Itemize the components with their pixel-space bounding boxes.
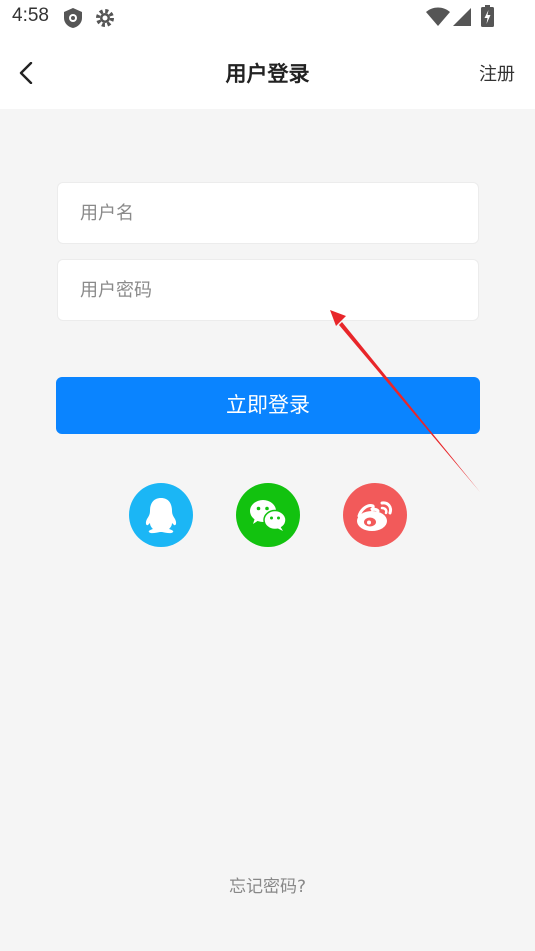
register-link[interactable]: 注册 [479,60,515,86]
username-input[interactable] [58,183,478,243]
qq-login-button[interactable] [129,483,193,547]
wechat-icon [250,500,287,531]
forgot-password-link[interactable]: 忘记密码? [0,872,535,897]
status-bar: 4:58 [0,0,535,36]
wifi-icon [426,7,450,27]
gear-icon [94,7,116,29]
signal-icon [452,7,472,27]
wechat-login-button[interactable] [236,483,300,547]
nav-bar: 用户登录 注册 [0,36,535,109]
shield-icon [62,7,84,29]
battery-icon [481,5,494,27]
username-field-container [57,182,479,244]
status-time: 4:58 [12,5,49,26]
qq-icon [145,498,177,534]
annotation-arrow [330,310,480,492]
page-title: 用户登录 [225,62,310,86]
